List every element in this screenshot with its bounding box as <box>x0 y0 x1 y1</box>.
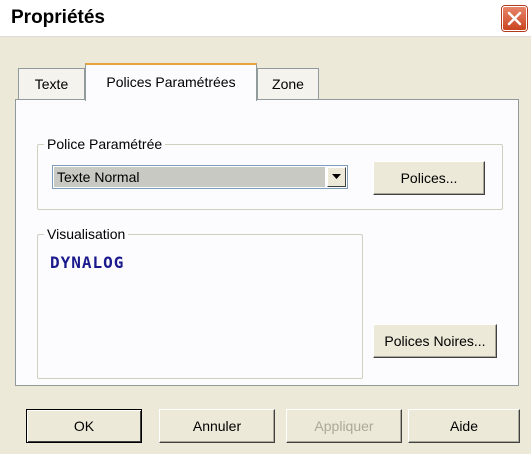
polices-button[interactable]: Polices... <box>373 161 485 195</box>
aide-button[interactable]: Aide <box>408 409 520 443</box>
police-combobox[interactable]: Texte Normal <box>52 165 348 189</box>
appliquer-button[interactable]: Appliquer <box>286 409 402 443</box>
chevron-down-icon <box>332 174 341 179</box>
tab-texte-label: Texte <box>34 76 69 92</box>
police-parametree-legend: Police Paramétrée <box>44 135 166 153</box>
visualisation-legend: Visualisation <box>44 225 129 243</box>
tab-texte[interactable]: Texte <box>18 68 85 100</box>
window-title: Propriétés <box>11 7 105 28</box>
combo-dropdown-button[interactable] <box>327 167 346 187</box>
title-bar: Propriétés <box>0 0 531 37</box>
close-icon <box>507 11 522 26</box>
visualisation-group: Visualisation DYNALOG <box>37 225 363 379</box>
tab-zone[interactable]: Zone <box>257 68 319 100</box>
tab-panel: Police Paramétrée Texte Normal Polices..… <box>15 99 519 386</box>
tab-polices-parametrees[interactable]: Polices Paramétrées <box>85 63 257 101</box>
tab-zone-label: Zone <box>272 76 304 92</box>
annuler-button[interactable]: Annuler <box>159 409 275 443</box>
properties-dialog: Propriétés Texte Polices Paramétrées Zon… <box>0 0 531 454</box>
polices-noires-button[interactable]: Polices Noires... <box>373 324 497 358</box>
tab-polices-label: Polices Paramétrées <box>106 74 236 90</box>
preview-text: DYNALOG <box>50 253 125 272</box>
ok-button[interactable]: OK <box>26 409 142 443</box>
close-button[interactable] <box>502 6 527 31</box>
combo-selected-value: Texte Normal <box>54 167 325 187</box>
